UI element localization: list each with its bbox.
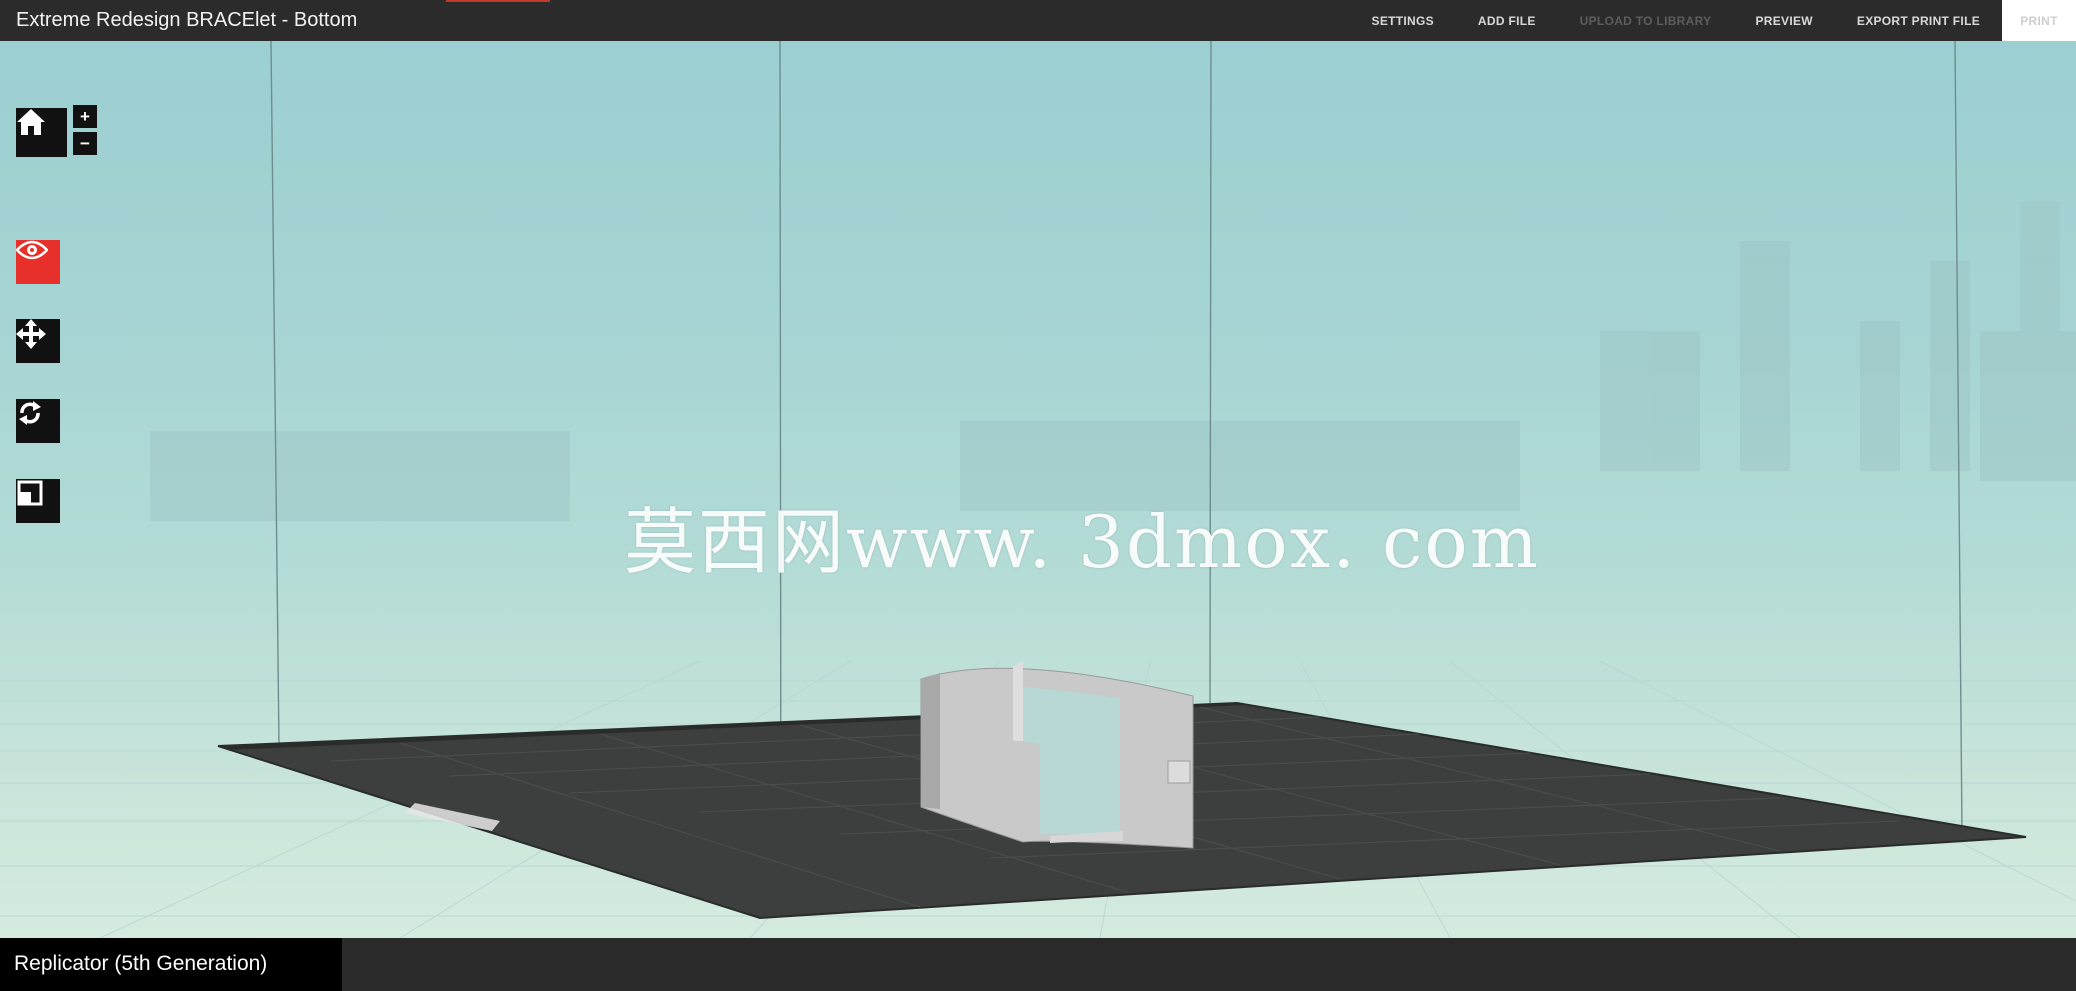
bracelet-model — [920, 661, 1194, 849]
move-tool-button[interactable] — [16, 319, 60, 363]
scale-tool-button[interactable] — [16, 479, 60, 523]
bottom-bar: Replicator (5th Generation) — [0, 938, 2076, 991]
move-arrows-icon — [16, 319, 46, 349]
eye-icon — [16, 240, 48, 260]
view-tool-button[interactable] — [16, 240, 60, 284]
settings-button[interactable]: SETTINGS — [1350, 0, 1456, 41]
home-icon — [17, 109, 45, 135]
print-button[interactable]: PRINT — [2002, 0, 2076, 41]
home-view-button[interactable] — [16, 108, 67, 157]
top-accent-strip — [446, 0, 550, 2]
top-nav: SETTINGS ADD FILE UPLOAD TO LIBRARY PREV… — [1350, 0, 2076, 41]
rotate-icon — [19, 401, 41, 425]
build-volume-viewport[interactable]: + − 莫西网www. 3dmox. com — [0, 41, 2076, 938]
watermark-text: 莫西网www. 3dmox. com — [624, 500, 1540, 584]
zoom-out-button[interactable]: − — [73, 132, 97, 155]
file-title: Extreme Redesign BRACElet - Bottom — [16, 9, 358, 31]
rotate-tool-button[interactable] — [16, 399, 60, 443]
city-skyline — [150, 201, 2076, 521]
top-bar: Extreme Redesign BRACElet - Bottom SETTI… — [0, 0, 2076, 41]
zoom-in-button[interactable]: + — [73, 105, 97, 128]
add-file-button[interactable]: ADD FILE — [1456, 0, 1558, 41]
printer-selector[interactable]: Replicator (5th Generation) — [0, 938, 342, 991]
export-print-file-button[interactable]: EXPORT PRINT FILE — [1835, 0, 2002, 41]
scale-icon — [17, 480, 43, 506]
upload-to-library-button[interactable]: UPLOAD TO LIBRARY — [1558, 0, 1734, 41]
preview-button[interactable]: PREVIEW — [1733, 0, 1834, 41]
